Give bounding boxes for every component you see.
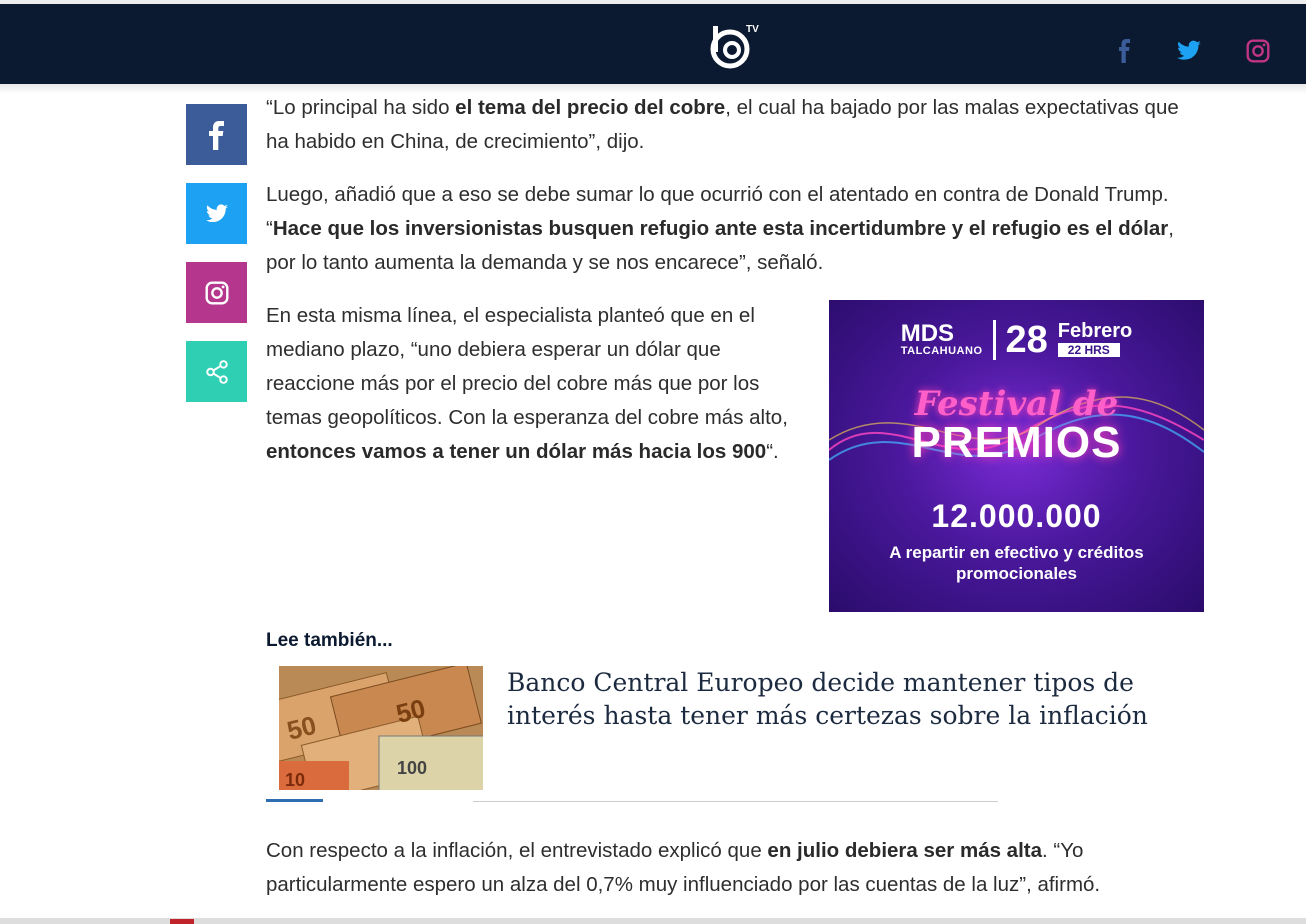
share-twitter-button[interactable] <box>186 183 247 244</box>
ad-subtitle-line: A repartir en efectivo y créditos <box>889 543 1144 562</box>
paragraph-bold-text: en julio debiera ser más alta <box>767 839 1043 862</box>
article-paragraph-3: En esta misma línea, el especialista pla… <box>266 299 801 469</box>
advertisement-banner[interactable]: MDS TALCAHUANO 28 Febrero 22 HRS Festiva… <box>829 300 1204 612</box>
ad-date-block: Febrero 22 HRS <box>1057 320 1133 359</box>
paragraph-text: En esta misma línea, el especialista pla… <box>266 304 788 429</box>
bottom-bar-indicator <box>170 919 194 924</box>
facebook-icon <box>1119 39 1130 63</box>
ad-premios-text: PREMIOS <box>911 418 1122 467</box>
ad-header-row: MDS TALCAHUANO 28 Febrero 22 HRS <box>829 318 1204 362</box>
paragraph-bold-text: el tema del precio del cobre <box>455 96 726 119</box>
ad-brand-sub: TALCAHUANO <box>900 345 983 357</box>
ad-separator <box>992 320 996 360</box>
article-paragraph-4: Con respecto a la inflación, el entrevis… <box>266 834 1206 902</box>
twitter-icon <box>205 203 228 222</box>
related-heading: Lee también... <box>266 630 393 651</box>
ad-amount: 12.000.000 <box>931 498 1102 534</box>
ad-day: 28 <box>1005 318 1048 361</box>
bottom-bar <box>0 918 1306 924</box>
article-paragraph-1: “Lo principal ha sido el tema del precio… <box>266 91 1206 159</box>
ad-brand-name: MDS <box>900 320 955 347</box>
ad-hours: 22 HRS <box>1057 343 1120 357</box>
share-instagram-button[interactable] <box>186 262 247 323</box>
paragraph-bold-text: Hace que los inversionistas busquen refu… <box>272 217 1169 240</box>
article-paragraph-2: Luego, añadió que a eso se debe sumar lo… <box>266 178 1206 280</box>
paragraph-text: “Lo principal ha sido <box>266 96 456 119</box>
paragraph-bold-text: entonces vamos a tener un dólar más haci… <box>266 440 767 463</box>
ad-subtitle: A repartir en efectivo y créditos promoc… <box>829 542 1204 584</box>
instagram-icon <box>1246 39 1270 63</box>
header-facebook-link[interactable] <box>1112 38 1138 64</box>
svg-text:10: 10 <box>285 770 305 790</box>
share-icon <box>205 359 228 384</box>
header-twitter-link[interactable] <box>1176 38 1202 64</box>
svg-text:100: 100 <box>397 758 427 778</box>
ad-subtitle-line: promocionales <box>956 564 1077 583</box>
related-divider-accent <box>266 799 323 802</box>
header-instagram-link[interactable] <box>1245 38 1271 64</box>
paragraph-text: Con respecto a la inflación, el entrevis… <box>266 839 768 862</box>
share-more-button[interactable] <box>186 341 247 402</box>
ad-brand: MDS TALCAHUANO <box>900 320 983 358</box>
site-header: TV <box>0 4 1306 84</box>
facebook-icon <box>208 120 224 150</box>
ad-month: Febrero <box>1057 320 1133 342</box>
instagram-icon <box>205 281 228 304</box>
related-article-title[interactable]: Banco Central Europeo decide mantener ti… <box>507 666 1157 732</box>
site-logo[interactable]: TV <box>706 22 766 70</box>
share-sidebar <box>186 104 247 420</box>
twitter-icon <box>1177 40 1201 60</box>
related-divider <box>473 801 998 802</box>
paragraph-text: “. <box>766 440 779 463</box>
euro-banknotes-image: 50 50 100 10 <box>279 666 483 790</box>
share-facebook-button[interactable] <box>186 104 247 165</box>
logo-tv-label: TV <box>746 24 759 35</box>
related-article-image[interactable]: 50 50 100 10 <box>279 666 483 790</box>
